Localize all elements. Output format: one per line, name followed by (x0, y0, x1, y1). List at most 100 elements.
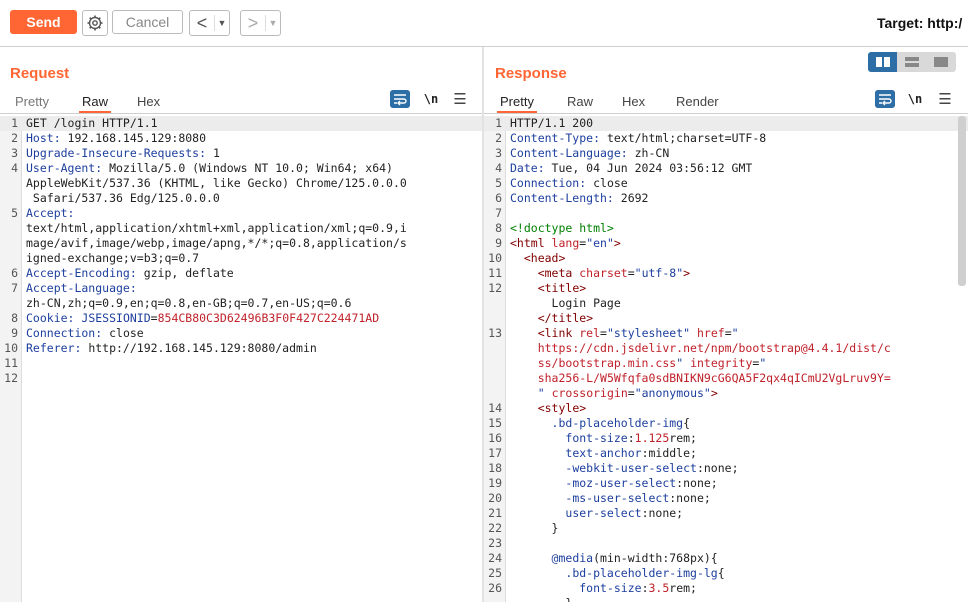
code-text: sha256-L/W5Wfqfa0sdBNIKN9cG6QA5F2qx4qICm… (537, 371, 891, 385)
forward-nav[interactable]: > ▼ (240, 10, 281, 36)
code-text: Accept: (26, 206, 75, 220)
response-code-line[interactable]: 21 user-select:none; (484, 506, 968, 521)
tab-hex[interactable]: Hex (619, 93, 648, 111)
request-code-line[interactable]: zh-CN,zh;q=0.9,en;q=0.8,en-GB;q=0.7,en-U… (0, 296, 482, 311)
code-text: igned-exchange;v=b3;q=0.7 (26, 251, 200, 265)
request-code-line[interactable]: 12 (0, 371, 482, 386)
response-code-line[interactable]: https://cdn.jsdelivr.net/npm/bootstrap@4… (484, 341, 968, 356)
request-code-line[interactable]: 6 Accept-Encoding: gzip, deflate (0, 266, 482, 281)
back-nav[interactable]: < ▼ (189, 10, 230, 36)
back-dropdown-icon[interactable]: ▼ (214, 15, 229, 31)
request-code-line[interactable]: 8 Cookie: JSESSIONID=854CB80C3D62496B3F0F… (0, 311, 482, 326)
target-label[interactable]: Target: http:/ (877, 15, 962, 31)
line-number: 9 (495, 236, 502, 250)
word-wrap-button[interactable] (875, 89, 895, 109)
request-code-line[interactable]: AppleWebKit/537.36 (KHTML, like Gecko) C… (0, 176, 482, 191)
response-code-line[interactable]: 6 Content-Length: 2692 (484, 191, 968, 206)
response-code-line[interactable]: 11 <meta charset="utf-8"> (484, 266, 968, 281)
cancel-button[interactable]: Cancel (112, 10, 183, 34)
response-code-line[interactable]: 10 <head> (484, 251, 968, 266)
layout-toggle (868, 52, 956, 72)
request-editor[interactable]: 1 GET /login HTTP/1.1 2 Host: 192.168.145.1… (0, 116, 482, 602)
response-code-line[interactable]: 25 .bd-placeholder-img-lg{ (484, 566, 968, 581)
request-code-line[interactable]: 4 User-Agent: Mozilla/5.0 (Windows NT 10.… (0, 161, 482, 176)
response-menu-button[interactable]: ☰ (935, 89, 955, 109)
line-number: 24 (488, 551, 502, 565)
response-code-line[interactable]: 15 .bd-placeholder-img{ (484, 416, 968, 431)
tab-render[interactable]: Render (673, 93, 722, 111)
split-horizontal-button[interactable] (868, 52, 898, 72)
word-wrap-button[interactable] (390, 89, 410, 109)
code-text: font-size:3.5rem; (579, 581, 697, 595)
response-code-line[interactable]: 16 font-size:1.125rem; (484, 431, 968, 446)
single-pane-button[interactable] (926, 52, 956, 72)
response-code-line[interactable]: 7 (484, 206, 968, 221)
response-editor[interactable]: 1 HTTP/1.1 200 2 Content-Type: text/html;ch… (484, 116, 968, 602)
line-number: 7 (11, 281, 18, 295)
request-code-line[interactable]: text/html,application/xhtml+xml,applicat… (0, 221, 482, 236)
newline-toggle[interactable]: \n (421, 89, 441, 109)
response-code-line[interactable]: Login Page (484, 296, 968, 311)
code-text: text/html,application/xhtml+xml,applicat… (26, 221, 407, 235)
tab-raw[interactable]: Raw (79, 93, 112, 113)
request-code-line[interactable]: 5 Accept: (0, 206, 482, 221)
settings-button[interactable] (82, 10, 108, 36)
response-code-line[interactable]: 13 <link rel="stylesheet" href=" (484, 326, 968, 341)
split-vertical-button[interactable] (897, 52, 927, 72)
send-button[interactable]: Send (10, 10, 77, 34)
response-code-line[interactable]: 3 Content-Language: zh-CN (484, 146, 968, 161)
request-code-line[interactable]: 10 Referer: http://192.168.145.129:8080/a… (0, 341, 482, 356)
code-text: <style> (537, 401, 587, 415)
tab-pretty[interactable]: Pretty (12, 93, 52, 111)
vertical-scrollbar[interactable] (958, 116, 966, 286)
response-code-line[interactable]: 2 Content-Type: text/html;charset=UTF-8 (484, 131, 968, 146)
response-code-line[interactable]: 12 <title> (484, 281, 968, 296)
response-code-line[interactable]: 9 <html lang="en"> (484, 236, 968, 251)
line-number: 1 (495, 116, 502, 130)
forward-arrow-icon[interactable]: > (241, 12, 265, 34)
response-code-line[interactable]: 20 -ms-user-select:none; (484, 491, 968, 506)
line-number: 13 (488, 326, 502, 340)
request-code-line[interactable]: Safari/537.36 Edg/125.0.0.0 (0, 191, 482, 206)
line-number: 11 (488, 266, 502, 280)
response-code-line[interactable]: 23 (484, 536, 968, 551)
request-code-line[interactable]: 11 (0, 356, 482, 371)
response-code-line[interactable]: 18 -webkit-user-select:none; (484, 461, 968, 476)
response-code-line[interactable]: 22 } (484, 521, 968, 536)
response-code-line[interactable]: </title> (484, 311, 968, 326)
response-code-line[interactable]: " crossorigin="anonymous"> (484, 386, 968, 401)
tab-pretty[interactable]: Pretty (497, 93, 537, 113)
request-code-line[interactable]: 9 Connection: close (0, 326, 482, 341)
request-code-line[interactable]: 2 Host: 192.168.145.129:8080 (0, 131, 482, 146)
response-code-line[interactable]: ss/bootstrap.min.css" integrity=" (484, 356, 968, 371)
request-code-line[interactable]: 1 GET /login HTTP/1.1 (0, 116, 482, 131)
request-menu-button[interactable]: ☰ (450, 89, 470, 109)
response-code-line[interactable]: sha256-L/W5Wfqfa0sdBNIKN9cG6QA5F2qx4qICm… (484, 371, 968, 386)
response-code-line[interactable]: } (484, 596, 968, 602)
response-code-line[interactable]: 8 <!doctype html> (484, 221, 968, 236)
code-text: } (510, 521, 559, 535)
response-code-line[interactable]: 19 -moz-user-select:none; (484, 476, 968, 491)
newline-toggle[interactable]: \n (905, 89, 925, 109)
line-number: 18 (488, 461, 502, 475)
line-number: 4 (11, 161, 18, 175)
request-code-line[interactable]: igned-exchange;v=b3;q=0.7 (0, 251, 482, 266)
back-arrow-icon[interactable]: < (190, 12, 214, 34)
tab-raw[interactable]: Raw (564, 93, 596, 111)
forward-dropdown-icon[interactable]: ▼ (265, 15, 280, 31)
response-code-line[interactable]: 1 HTTP/1.1 200 (484, 116, 968, 131)
response-code-line[interactable]: 24 @media(min-width:768px){ (484, 551, 968, 566)
tab-hex[interactable]: Hex (134, 93, 163, 111)
response-code-line[interactable]: 26 font-size:3.5rem; (484, 581, 968, 596)
request-code-line[interactable]: 3 Upgrade-Insecure-Requests: 1 (0, 146, 482, 161)
request-code-line[interactable]: mage/avif,image/webp,image/apng,*/*;q=0.… (0, 236, 482, 251)
response-code-line[interactable]: 4 Date: Tue, 04 Jun 2024 03:56:12 GMT (484, 161, 968, 176)
code-text: -webkit-user-select:none; (565, 461, 739, 475)
response-code-line[interactable]: 14 <style> (484, 401, 968, 416)
request-code-line[interactable]: 7 Accept-Language: (0, 281, 482, 296)
response-code-line[interactable]: 5 Connection: close (484, 176, 968, 191)
line-number: 6 (495, 191, 502, 205)
response-code-line[interactable]: 17 text-anchor:middle; (484, 446, 968, 461)
code-text: <link rel="stylesheet" href=" (537, 326, 739, 340)
code-text: Content-Length: 2692 (510, 191, 649, 205)
